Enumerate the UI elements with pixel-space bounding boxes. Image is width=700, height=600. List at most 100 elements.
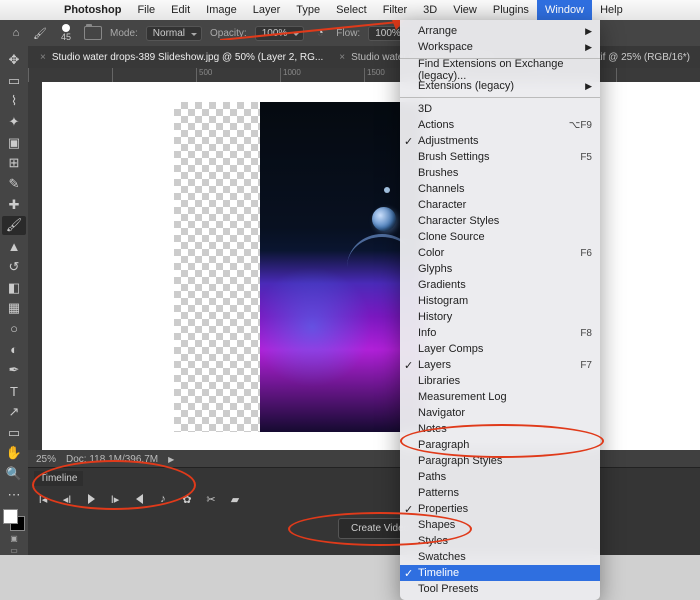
- menu-item-paths[interactable]: Paths: [400, 469, 600, 485]
- settings-icon[interactable]: ✿: [180, 492, 194, 506]
- status-chevron-icon[interactable]: ▶: [168, 455, 174, 464]
- menu-item-character-styles[interactable]: Character Styles: [400, 213, 600, 229]
- menu-item-3d[interactable]: 3D: [400, 101, 600, 117]
- menu-item-brush-settings[interactable]: Brush SettingsF5: [400, 149, 600, 165]
- history-brush-tool[interactable]: ↺: [2, 257, 26, 277]
- menu-item-history[interactable]: History: [400, 309, 600, 325]
- menu-item-libraries[interactable]: Libraries: [400, 373, 600, 389]
- menu-item-layer-comps[interactable]: Layer Comps: [400, 341, 600, 357]
- next-frame-button[interactable]: I▸: [108, 492, 122, 506]
- home-icon[interactable]: ⌂: [8, 25, 24, 41]
- menu-item-find-extensions-on-exchange-legacy-[interactable]: Find Extensions on Exchange (legacy)...: [400, 62, 600, 78]
- menu-item-actions[interactable]: Actions⌥F9: [400, 117, 600, 133]
- menu-item-properties[interactable]: ✓Properties: [400, 501, 600, 517]
- transition-icon[interactable]: ▰: [228, 492, 242, 506]
- doc-size[interactable]: Doc: 118.1M/396.7M: [66, 454, 158, 465]
- menu-item-notes[interactable]: Notes: [400, 421, 600, 437]
- menu-help[interactable]: Help: [592, 0, 631, 20]
- menu-item-paragraph[interactable]: Paragraph: [400, 437, 600, 453]
- menu-layer[interactable]: Layer: [245, 0, 289, 20]
- menu-item-color[interactable]: ColorF6: [400, 245, 600, 261]
- color-swatches[interactable]: [3, 509, 25, 531]
- menu-item-gradients[interactable]: Gradients: [400, 277, 600, 293]
- menu-item-swatches[interactable]: Swatches: [400, 549, 600, 565]
- menu-type[interactable]: Type: [288, 0, 328, 20]
- audio-button[interactable]: ♪: [156, 492, 170, 506]
- canvas[interactable]: [42, 82, 700, 450]
- blend-mode-dropdown[interactable]: Normal: [146, 26, 202, 41]
- close-icon[interactable]: ×: [339, 52, 345, 63]
- menu-plugins[interactable]: Plugins: [485, 0, 537, 20]
- menu-item-workspace[interactable]: Workspace▶: [400, 39, 600, 55]
- menu-3d[interactable]: 3D: [415, 0, 445, 20]
- menu-item-histogram[interactable]: Histogram: [400, 293, 600, 309]
- marquee-tool[interactable]: ▭: [2, 71, 26, 91]
- menubar: Photoshop File Edit Image Layer Type Sel…: [0, 0, 700, 21]
- doc-tab-1[interactable]: ×Studio water drops-389 Slideshow.jpg @ …: [32, 52, 331, 63]
- prev-frame-button[interactable]: ◂I: [60, 492, 74, 506]
- menu-item-info[interactable]: InfoF8: [400, 325, 600, 341]
- menu-item-styles[interactable]: Styles: [400, 533, 600, 549]
- brush-tool[interactable]: 🖌: [2, 216, 26, 236]
- quick-mask-icon[interactable]: ▣: [10, 534, 18, 543]
- hand-tool[interactable]: ✋: [2, 443, 26, 463]
- close-icon[interactable]: ×: [40, 52, 46, 63]
- menu-item-arrange[interactable]: Arrange▶: [400, 23, 600, 39]
- split-icon[interactable]: ✂: [204, 492, 218, 506]
- menu-item-paragraph-styles[interactable]: Paragraph Styles: [400, 453, 600, 469]
- zoom-level[interactable]: 25%: [36, 454, 56, 465]
- eyedropper-tool[interactable]: ✎: [2, 174, 26, 194]
- type-tool[interactable]: T: [2, 381, 26, 401]
- menu-item-glyphs[interactable]: Glyphs: [400, 261, 600, 277]
- timeline-controls: I◂ ◂I I▸ ♪ ✿ ✂ ▰: [36, 492, 242, 506]
- path-tool[interactable]: ↗: [2, 402, 26, 422]
- brush-folder-icon[interactable]: [84, 26, 102, 40]
- menu-item-extensions-legacy-[interactable]: Extensions (legacy)▶: [400, 78, 600, 94]
- menu-item-brushes[interactable]: Brushes: [400, 165, 600, 181]
- pressure-opacity-icon[interactable]: ◔: [312, 25, 328, 41]
- blur-tool[interactable]: ○: [2, 319, 26, 339]
- menu-item-navigator[interactable]: Navigator: [400, 405, 600, 421]
- shape-tool[interactable]: ▭: [2, 423, 26, 443]
- menu-view[interactable]: View: [445, 0, 485, 20]
- zoom-tool[interactable]: 🔍: [2, 464, 26, 484]
- menu-filter[interactable]: Filter: [375, 0, 415, 20]
- play-button[interactable]: [84, 492, 98, 506]
- pen-tool[interactable]: ✒: [2, 361, 26, 381]
- quick-select-tool[interactable]: ✦: [2, 112, 26, 132]
- lasso-tool[interactable]: ⌇: [2, 91, 26, 111]
- crop-tool[interactable]: ▣: [2, 133, 26, 153]
- timeline-tab[interactable]: Timeline: [34, 471, 83, 486]
- menu-item-character[interactable]: Character: [400, 197, 600, 213]
- brush-tool-icon[interactable]: 🖌: [32, 25, 48, 41]
- menu-item-adjustments[interactable]: ✓Adjustments: [400, 133, 600, 149]
- tools-panel: ✥ ▭ ⌇ ✦ ▣ ⊞ ✎ ✚ 🖌 ▲ ↺ ◧ ▦ ○ ◐ ✒ T ↗ ▭ ✋ …: [0, 46, 28, 555]
- menu-item-measurement-log[interactable]: Measurement Log: [400, 389, 600, 405]
- menu-window[interactable]: Window: [537, 0, 592, 20]
- brush-preset[interactable]: 45: [56, 24, 76, 42]
- menu-item-timeline[interactable]: ✓Timeline: [400, 565, 600, 581]
- eraser-tool[interactable]: ◧: [2, 278, 26, 298]
- menu-item-tool-presets[interactable]: Tool Presets: [400, 581, 600, 597]
- dodge-tool[interactable]: ◐: [2, 340, 26, 360]
- menu-item-shapes[interactable]: Shapes: [400, 517, 600, 533]
- edit-toolbar[interactable]: ⋯: [2, 485, 26, 505]
- heal-tool[interactable]: ✚: [2, 195, 26, 215]
- stamp-tool[interactable]: ▲: [2, 236, 26, 256]
- opacity-dropdown[interactable]: 100%: [255, 26, 305, 41]
- menu-item-patterns[interactable]: Patterns: [400, 485, 600, 501]
- menu-edit[interactable]: Edit: [163, 0, 198, 20]
- first-frame-button[interactable]: I◂: [36, 492, 50, 506]
- menu-image[interactable]: Image: [198, 0, 245, 20]
- menu-select[interactable]: Select: [328, 0, 375, 20]
- menu-item-layers[interactable]: ✓LayersF7: [400, 357, 600, 373]
- menu-file[interactable]: File: [129, 0, 163, 20]
- app-name: Photoshop: [56, 4, 129, 16]
- rewind-button[interactable]: [132, 492, 146, 506]
- move-tool[interactable]: ✥: [2, 50, 26, 70]
- frame-tool[interactable]: ⊞: [2, 154, 26, 174]
- menu-item-clone-source[interactable]: Clone Source: [400, 229, 600, 245]
- screen-mode-icon[interactable]: ▭: [10, 546, 18, 555]
- menu-item-channels[interactable]: Channels: [400, 181, 600, 197]
- gradient-tool[interactable]: ▦: [2, 298, 26, 318]
